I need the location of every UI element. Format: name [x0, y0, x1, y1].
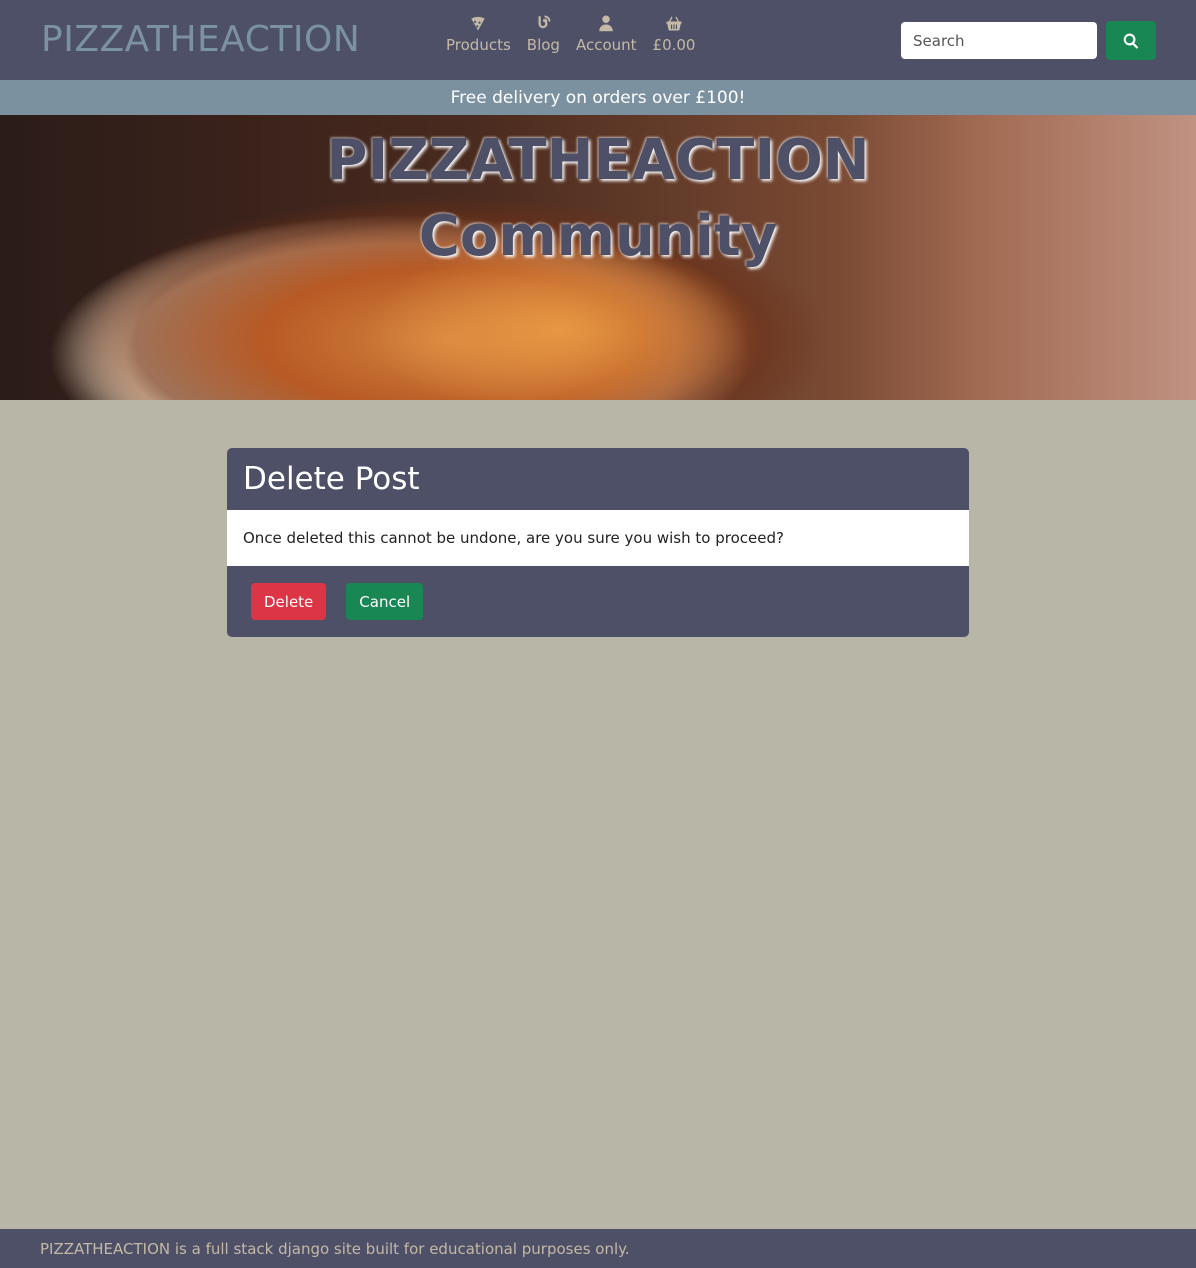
blog-icon: [538, 15, 551, 29]
nav-item-basket[interactable]: £0.00: [645, 14, 704, 55]
basket-icon: [666, 16, 682, 31]
confirmation-message: Once deleted this cannot be undone, are …: [227, 510, 969, 566]
brand-logo-link[interactable]: PIZZATHEACTION: [41, 18, 360, 62]
basket-total: £0.00: [652, 36, 696, 54]
delete-post-card: Delete Post Once deleted this cannot be …: [227, 448, 969, 637]
hero-title: PIZZATHEACTION Community: [0, 123, 1196, 275]
footer: PIZZATHEACTION is a full stack django si…: [0, 1229, 1196, 1268]
card-title: Delete Post: [243, 461, 420, 497]
footer-text: PIZZATHEACTION is a full stack django si…: [40, 1239, 630, 1258]
nav-menu: Products Blog Account £0.00: [438, 14, 703, 55]
hero-title-line2: Community: [418, 204, 778, 269]
nav-item-blog[interactable]: Blog: [519, 14, 568, 55]
hero-title-line1: PIZZATHEACTION: [326, 128, 870, 193]
delete-button[interactable]: Delete: [251, 583, 327, 620]
user-icon: [599, 15, 613, 32]
cancel-button[interactable]: Cancel: [346, 583, 424, 620]
nav-item-account[interactable]: Account: [568, 14, 645, 55]
navbar: PIZZATHEACTION Products Blog Account £0.…: [0, 0, 1196, 80]
nav-item-products[interactable]: Products: [438, 14, 519, 55]
card-actions: Delete Cancel: [227, 566, 969, 637]
delivery-banner-text: Free delivery on orders over £100!: [450, 87, 746, 108]
search-button[interactable]: [1106, 21, 1156, 60]
pizza-slice-icon: [471, 16, 486, 31]
search-icon: [1123, 33, 1139, 49]
delivery-banner: Free delivery on orders over £100!: [0, 80, 1196, 115]
search-input[interactable]: [901, 22, 1097, 59]
nav-item-label: Account: [575, 36, 637, 54]
nav-item-label: Products: [446, 36, 511, 54]
hero-image: PIZZATHEACTION Community: [0, 115, 1196, 400]
nav-item-label: Blog: [526, 36, 560, 54]
